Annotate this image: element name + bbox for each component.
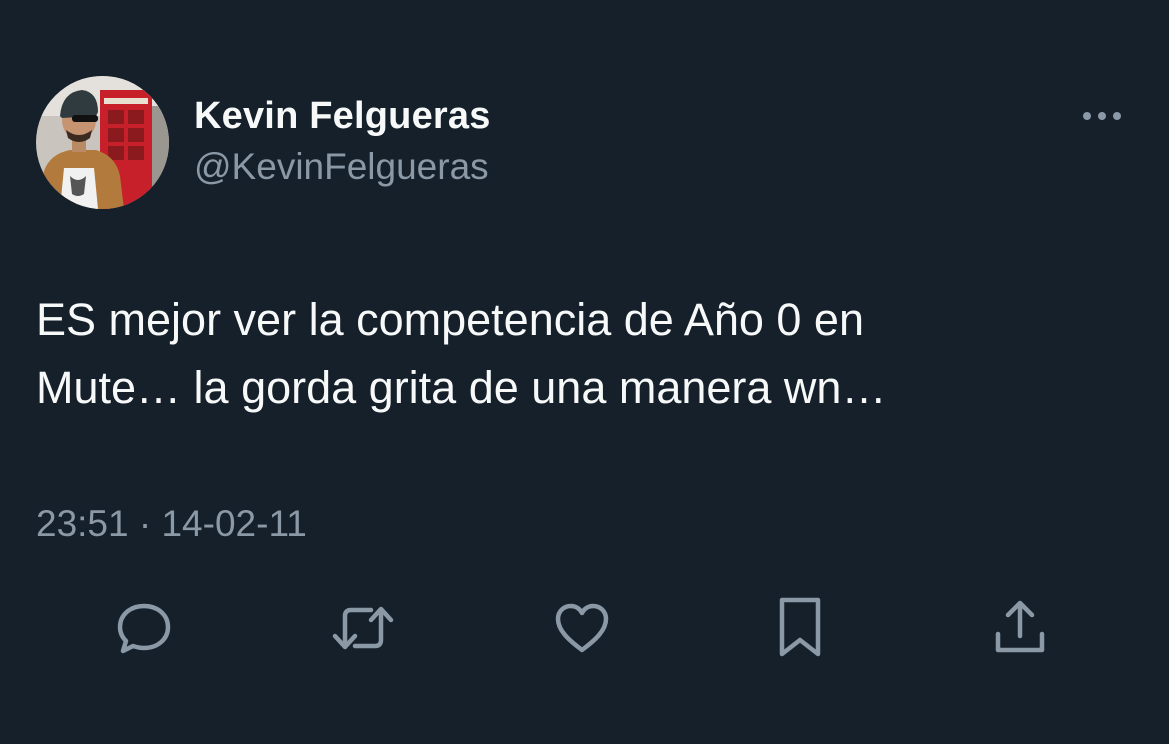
reply-bubble-icon <box>117 603 171 654</box>
action-bar <box>0 596 1169 660</box>
retweet-button[interactable] <box>331 596 395 660</box>
like-button[interactable] <box>550 596 614 660</box>
tweet-time: 23:51 <box>36 503 129 544</box>
author-handle[interactable]: @KevinFelgueras <box>194 144 491 190</box>
retweet-arrows-icon <box>332 606 394 650</box>
tweet-card: Kevin Felgueras @KevinFelgueras ES mejor… <box>0 0 1169 744</box>
more-options-button[interactable] <box>1075 98 1129 134</box>
share-upload-icon <box>995 600 1045 653</box>
tweet-date: 14-02-11 <box>161 503 307 544</box>
heart-icon <box>555 603 609 653</box>
author-display-name[interactable]: Kevin Felgueras <box>194 92 491 140</box>
bookmark-icon <box>779 597 821 657</box>
bookmark-button[interactable] <box>768 596 832 660</box>
meta-separator: · <box>138 503 152 544</box>
share-button[interactable] <box>988 596 1052 660</box>
more-horizontal-icon <box>1083 112 1121 120</box>
reply-button[interactable] <box>112 596 176 660</box>
avatar-photo <box>36 76 169 209</box>
avatar[interactable] <box>36 76 169 209</box>
tweet-timestamp[interactable]: 23:51 · 14-02-11 <box>36 500 307 548</box>
tweet-text: ES mejor ver la competencia de Año 0 en … <box>36 294 887 413</box>
author-info: Kevin Felgueras @KevinFelgueras <box>194 92 491 190</box>
